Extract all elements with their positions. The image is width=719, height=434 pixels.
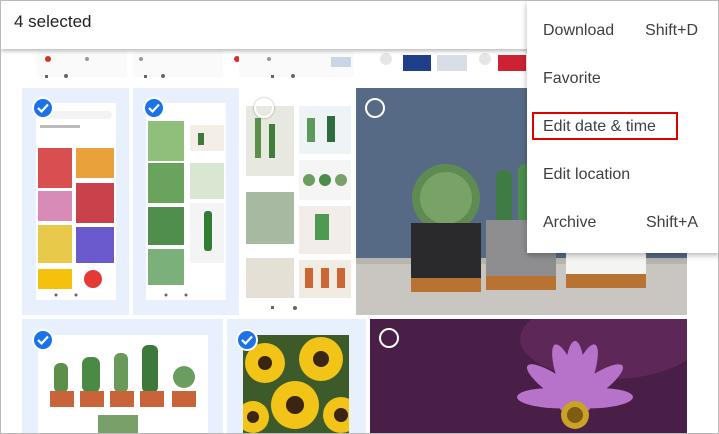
purple-daisy-photo [370, 319, 687, 433]
phone-screenshot-cactus-2 [243, 88, 353, 315]
menu-item-shortcut: Shift+A [645, 214, 698, 231]
menu-item-archive[interactable]: Archive Shift+A [527, 197, 718, 245]
menu-item-download[interactable]: Download Shift+D [527, 5, 718, 53]
phone-screenshot-cactus-1 [146, 103, 226, 300]
sunflowers-photo [243, 335, 349, 433]
select-circle-icon[interactable] [254, 98, 274, 118]
photo-tile-7[interactable] [370, 319, 687, 433]
photo-tile-1[interactable] [22, 88, 129, 315]
photo-tile-3[interactable] [243, 88, 353, 315]
selected-check-icon[interactable] [32, 329, 54, 351]
potted-cacti-photo [38, 335, 208, 433]
highlight-box [532, 112, 678, 140]
menu-item-label: Archive [543, 214, 597, 231]
photo-tile-6[interactable] [227, 319, 366, 433]
menu-item-edit-location[interactable]: Edit location [527, 149, 718, 197]
select-circle-icon[interactable] [365, 98, 385, 118]
selected-count: 4 selected [14, 12, 92, 31]
selected-check-icon[interactable] [32, 97, 54, 119]
menu-item-shortcut: Shift+D [645, 22, 698, 39]
selected-check-icon[interactable] [143, 97, 165, 119]
menu-item-label: Edit location [543, 166, 631, 183]
photo-tile-5[interactable] [22, 319, 223, 433]
photos-window: 4 selected Download Shift+D Favorite Edi… [0, 0, 719, 434]
menu-item-label: Download [543, 22, 615, 39]
phone-screenshot-flowers [36, 103, 116, 300]
selected-check-icon[interactable] [236, 329, 258, 351]
menu-item-label: Favorite [543, 70, 601, 87]
menu-item-favorite[interactable]: Favorite [527, 53, 718, 101]
select-circle-icon[interactable] [379, 328, 399, 348]
photo-tile-2[interactable] [133, 88, 239, 315]
